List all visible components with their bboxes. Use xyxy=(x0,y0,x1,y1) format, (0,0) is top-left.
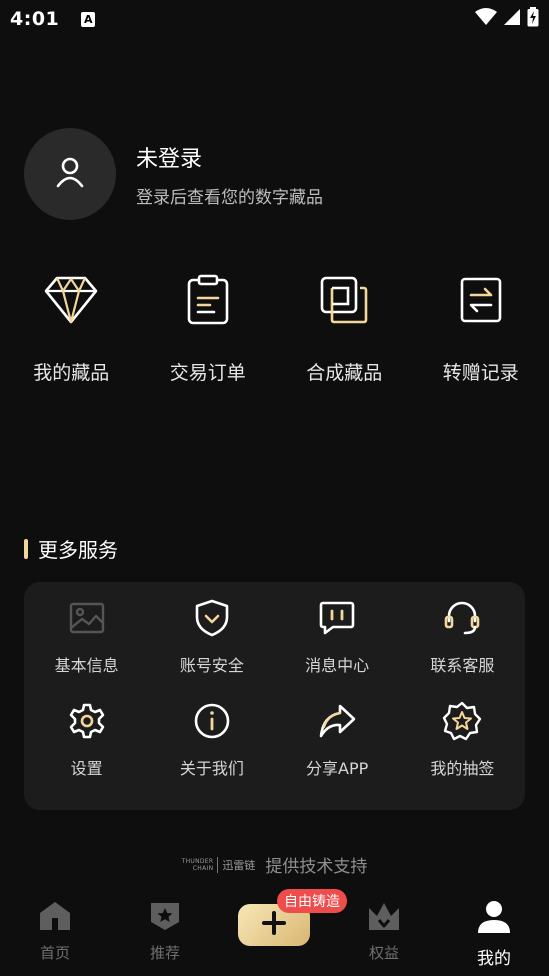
service-label: 基本信息 xyxy=(54,656,119,675)
service-contact-support[interactable]: 联系客服 xyxy=(400,596,525,699)
services-grid: 基本信息 账号安全 消息中心 联系客服 设置 关于我们 分享APP 我的抽签 xyxy=(24,582,525,810)
more-services-heading: 更多服务 xyxy=(24,534,118,563)
logo-text-cn: 迅雷链 xyxy=(217,856,255,873)
info-icon xyxy=(190,699,234,743)
logo-text-en: THUNDER xyxy=(181,857,214,865)
layers-icon xyxy=(312,268,376,332)
gear-icon xyxy=(65,699,109,743)
crown-icon xyxy=(367,900,401,936)
quick-actions: 我的藏品 交易订单 合成藏品 转赠记录 xyxy=(0,268,549,385)
avatar[interactable] xyxy=(24,128,116,220)
tab-mine[interactable]: 我的 xyxy=(454,900,534,969)
mint-badge[interactable]: 自由铸造 xyxy=(277,889,347,913)
notification-badge: A xyxy=(81,11,96,27)
bottom-tab-bar: 首页 推荐 自由铸造 权益 我的 xyxy=(0,889,549,976)
service-label: 联系客服 xyxy=(430,656,495,675)
service-label: 分享APP xyxy=(306,759,369,778)
service-label: 设置 xyxy=(70,759,103,778)
headset-icon xyxy=(440,596,484,640)
service-basic-info[interactable]: 基本信息 xyxy=(24,596,149,699)
wifi-icon xyxy=(475,7,497,31)
service-label: 账号安全 xyxy=(179,656,244,675)
status-time: 4:01 xyxy=(10,8,60,30)
quick-label: 合成藏品 xyxy=(306,362,383,384)
service-share-app[interactable]: 分享APP xyxy=(275,699,400,802)
user-icon xyxy=(55,156,85,192)
message-icon xyxy=(315,596,359,640)
service-label: 关于我们 xyxy=(179,759,244,778)
tab-label: 首页 xyxy=(39,944,70,962)
tab-label: 推荐 xyxy=(149,944,180,962)
powered-by: THUNDER CHAIN 迅雷链 提供技术支持 xyxy=(0,852,549,877)
plus-icon xyxy=(262,911,286,939)
service-label: 消息中心 xyxy=(305,656,370,675)
profile-header[interactable]: 未登录 登录后查看您的数字藏品 xyxy=(24,128,323,220)
home-icon xyxy=(38,900,72,936)
signal-icon xyxy=(503,8,521,31)
battery-icon xyxy=(527,6,539,32)
service-my-lottery[interactable]: 我的抽签 xyxy=(400,699,525,802)
clipboard-icon xyxy=(176,268,240,332)
service-label: 我的抽签 xyxy=(430,759,495,778)
tab-rights[interactable]: 权益 xyxy=(344,900,424,963)
tab-recommend[interactable]: 推荐 xyxy=(125,900,205,963)
diamond-icon xyxy=(39,268,103,332)
service-message-center[interactable]: 消息中心 xyxy=(275,596,400,699)
star-badge-icon xyxy=(440,699,484,743)
service-account-security[interactable]: 账号安全 xyxy=(149,596,274,699)
quick-label: 交易订单 xyxy=(169,362,246,384)
powered-by-text: 提供技术支持 xyxy=(265,857,368,877)
image-icon xyxy=(65,596,109,640)
service-settings[interactable]: 设置 xyxy=(24,699,149,802)
share-icon xyxy=(315,699,359,743)
service-about-us[interactable]: 关于我们 xyxy=(149,699,274,802)
quick-synthesize[interactable]: 合成藏品 xyxy=(276,268,413,385)
quick-transfer-record[interactable]: 转赠记录 xyxy=(413,268,549,385)
tab-label: 我的 xyxy=(477,949,511,969)
quick-label: 我的藏品 xyxy=(33,362,110,384)
shield-icon xyxy=(190,596,234,640)
star-shield-icon xyxy=(149,900,181,936)
section-accent-bar xyxy=(24,538,28,559)
login-status-subtitle: 登录后查看您的数字藏品 xyxy=(136,187,323,208)
quick-label: 转赠记录 xyxy=(442,362,519,384)
section-title: 更多服务 xyxy=(38,538,118,562)
tab-home[interactable]: 首页 xyxy=(15,900,95,963)
logo-text-en: CHAIN xyxy=(192,864,214,872)
thunder-chain-logo: THUNDER CHAIN 迅雷链 xyxy=(181,856,255,873)
user-icon xyxy=(477,900,511,938)
login-status-title[interactable]: 未登录 xyxy=(136,141,323,173)
tab-label: 权益 xyxy=(368,944,399,962)
quick-my-collection[interactable]: 我的藏品 xyxy=(3,268,140,385)
status-bar: 4:01 A xyxy=(0,0,549,38)
quick-orders[interactable]: 交易订单 xyxy=(140,268,277,385)
transfer-icon xyxy=(449,268,513,332)
